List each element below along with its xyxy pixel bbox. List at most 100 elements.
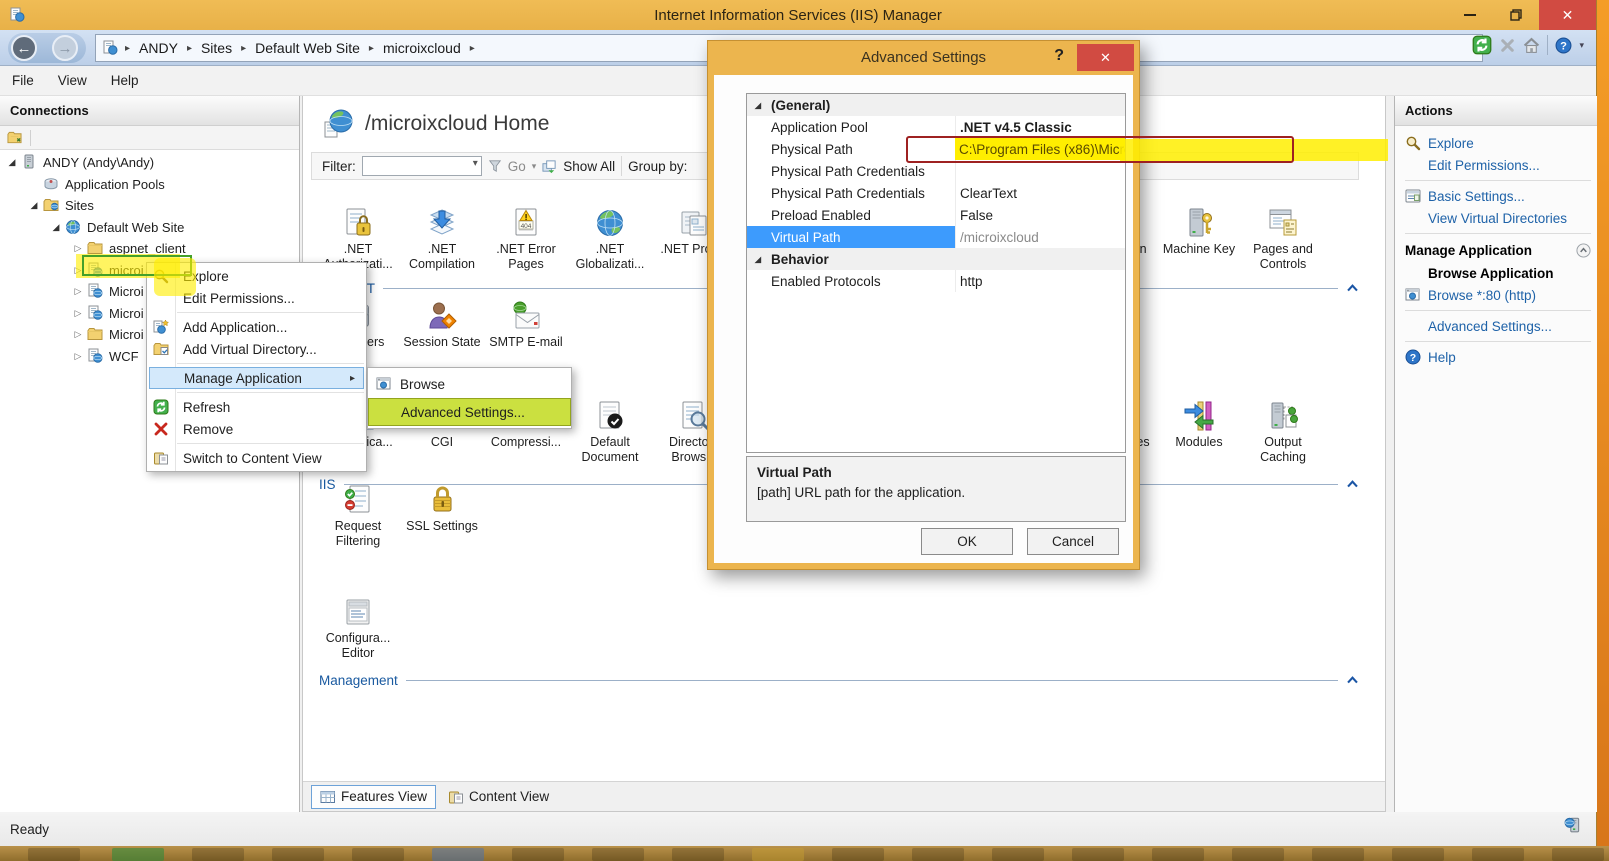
property-row-physical-path-credentials[interactable]: Physical Path CredentialsClearText xyxy=(747,182,1125,204)
menu-help[interactable]: Help xyxy=(99,69,151,92)
breadcrumb-item[interactable]: Sites xyxy=(199,40,234,56)
refresh-icon[interactable] xyxy=(1472,35,1492,55)
property-row-physical-path-credentials[interactable]: Physical Path Credentials xyxy=(747,160,1125,182)
context-menu-item-remove[interactable]: Remove xyxy=(147,418,366,440)
taskbar-app-icon[interactable] xyxy=(1312,848,1364,861)
property-value[interactable]: .NET v4.5 Classic xyxy=(955,116,1125,138)
feature-smtp-e-mail[interactable]: SMTP E-mail xyxy=(484,298,568,350)
taskbar-app-icon[interactable] xyxy=(1072,848,1124,861)
tree-item-andy-andy-andy-[interactable]: ◢ANDY (Andy\Andy) xyxy=(0,152,299,173)
taskbar-app-icon[interactable] xyxy=(592,848,644,861)
context-menu-item-edit-permissions-[interactable]: Edit Permissions... xyxy=(147,287,366,309)
forward-icon[interactable]: → xyxy=(52,35,78,61)
taskbar-app-icon[interactable] xyxy=(272,848,324,861)
taskbar-app-icon[interactable] xyxy=(832,848,884,861)
feature-modules[interactable]: Modules xyxy=(1157,398,1241,450)
go-dropdown-icon[interactable]: ▾ xyxy=(532,161,537,172)
taskbar-app-icon[interactable] xyxy=(1552,848,1604,861)
taskbar-app-icon[interactable] xyxy=(1232,848,1284,861)
menu-view[interactable]: View xyxy=(46,69,99,92)
taskbar-app-icon[interactable] xyxy=(352,848,404,861)
tree-expander-icon[interactable]: ▷ xyxy=(72,329,84,340)
taskbar-app-icon[interactable] xyxy=(28,848,80,861)
tree-item-default-web-site[interactable]: ◢Default Web Site xyxy=(0,217,299,238)
feature-ssl-settings[interactable]: SSL Settings xyxy=(400,482,484,534)
show-all-button[interactable]: Show All xyxy=(563,159,615,174)
go-button[interactable]: Go xyxy=(508,159,526,174)
property-value[interactable]: /microixcloud xyxy=(955,226,1125,248)
taskbar-app-icon[interactable] xyxy=(752,848,804,861)
taskbar[interactable] xyxy=(0,846,1609,861)
action-edit-permissions-[interactable]: Edit Permissions... xyxy=(1405,154,1591,176)
minimize-icon[interactable] xyxy=(1447,0,1493,30)
filter-input[interactable] xyxy=(362,156,482,176)
taskbar-app-icon[interactable] xyxy=(912,848,964,861)
tree-expander-icon[interactable]: ▷ xyxy=(72,265,84,276)
collapse-section-icon[interactable] xyxy=(1346,282,1359,295)
property-value[interactable]: C:\Program Files (x86)\Microix\Wor xyxy=(955,138,1125,160)
breadcrumb-arrow-icon[interactable]: ▸ xyxy=(180,43,199,54)
tab-content-view[interactable]: Content View xyxy=(440,786,557,808)
dropdown-icon[interactable]: ▾ xyxy=(1579,40,1584,51)
ok-button[interactable]: OK xyxy=(921,528,1013,555)
taskbar-app-icon[interactable] xyxy=(672,848,724,861)
context-menu-item-refresh[interactable]: Refresh xyxy=(147,396,366,418)
property-group-behavior[interactable]: ◢Behavior xyxy=(747,248,1125,270)
group-expander-icon[interactable]: ◢ xyxy=(747,101,769,110)
feature-pages-and-controls[interactable]: Pages and Controls xyxy=(1241,205,1325,272)
tree-item-aspnet-client[interactable]: ▷aspnet_client xyxy=(0,238,299,259)
feature-default-document[interactable]: Default Document xyxy=(568,398,652,465)
tree-expander-icon[interactable]: ◢ xyxy=(6,157,18,168)
tree-expander-icon[interactable]: ▷ xyxy=(72,243,84,254)
tab-features-view[interactable]: Features View xyxy=(311,785,436,809)
help-icon[interactable]: ? xyxy=(1555,37,1572,54)
tree-expander-icon[interactable]: ▷ xyxy=(72,308,84,319)
property-row-enabled-protocols[interactable]: Enabled Protocolshttp xyxy=(747,270,1125,292)
context-menu-item-switch-to-content-view[interactable]: Switch to Content View xyxy=(147,447,366,469)
feature-machine-key[interactable]: Machine Key xyxy=(1157,205,1241,257)
taskbar-app-icon[interactable] xyxy=(1392,848,1444,861)
tree-expander-icon[interactable]: ▷ xyxy=(72,286,84,297)
action-browse-application[interactable]: Browse Application xyxy=(1405,262,1591,284)
restore-icon[interactable] xyxy=(1493,0,1539,30)
breadcrumb-item[interactable]: microixcloud xyxy=(381,40,463,56)
action-help[interactable]: ?Help xyxy=(1405,346,1591,368)
collapse-section-icon[interactable] xyxy=(1346,478,1359,491)
tree-expander-icon[interactable]: ◢ xyxy=(28,200,40,211)
property-value[interactable] xyxy=(955,160,1125,182)
cancel-button[interactable]: Cancel xyxy=(1027,528,1119,555)
save-connection-icon[interactable] xyxy=(7,130,22,145)
action-browse-80-http-[interactable]: Browse *:80 (http) xyxy=(1405,284,1591,306)
tree-expander-icon[interactable]: ▷ xyxy=(72,351,84,362)
feature-configura-editor[interactable]: Configura... Editor xyxy=(316,594,400,661)
action-basic-settings-[interactable]: Basic Settings... xyxy=(1405,185,1591,207)
back-icon[interactable]: ← xyxy=(11,35,37,61)
close-icon[interactable]: ✕ xyxy=(1539,0,1596,30)
feature-session-state[interactable]: Session State xyxy=(400,298,484,350)
action-advanced-settings-[interactable]: Advanced Settings... xyxy=(1405,315,1591,337)
collapse-section-icon[interactable] xyxy=(1346,674,1359,687)
feature-request-filtering[interactable]: Request Filtering xyxy=(316,482,400,549)
dialog-title-bar[interactable]: Advanced Settings ? ✕ xyxy=(708,41,1139,75)
context-menu-item-add-virtual-directory-[interactable]: Add Virtual Directory... xyxy=(147,338,366,360)
dialog-help-icon[interactable]: ? xyxy=(1054,47,1064,65)
breadcrumb-arrow-icon[interactable]: ▸ xyxy=(118,43,137,54)
property-row-preload-enabled[interactable]: Preload EnabledFalse xyxy=(747,204,1125,226)
chevron-up-circle-icon[interactable] xyxy=(1576,243,1591,258)
context-menu-item-add-application-[interactable]: Add Application... xyxy=(147,316,366,338)
context-menu-item-explore[interactable]: Explore xyxy=(147,265,366,287)
feature--net-compilation[interactable]: .NET Compilation xyxy=(400,205,484,272)
property-value[interactable]: False xyxy=(955,204,1125,226)
taskbar-app-icon[interactable] xyxy=(432,848,484,861)
feature--net-globalizati-[interactable]: .NET Globalizati... xyxy=(568,205,652,272)
taskbar-app-icon[interactable] xyxy=(1472,848,1524,861)
property-value[interactable]: ClearText xyxy=(955,182,1125,204)
feature-output-caching[interactable]: Output Caching xyxy=(1241,398,1325,465)
taskbar-app-icon[interactable] xyxy=(512,848,564,861)
tree-item-sites[interactable]: ◢Sites xyxy=(0,195,299,216)
property-group--general-[interactable]: ◢(General) xyxy=(747,94,1125,116)
tree-item-application-pools[interactable]: Application Pools xyxy=(0,174,299,195)
breadcrumb-arrow-icon[interactable]: ▸ xyxy=(463,43,482,54)
group-expander-icon[interactable]: ◢ xyxy=(747,255,769,264)
property-row-application-pool[interactable]: Application Pool.NET v4.5 Classic xyxy=(747,116,1125,138)
